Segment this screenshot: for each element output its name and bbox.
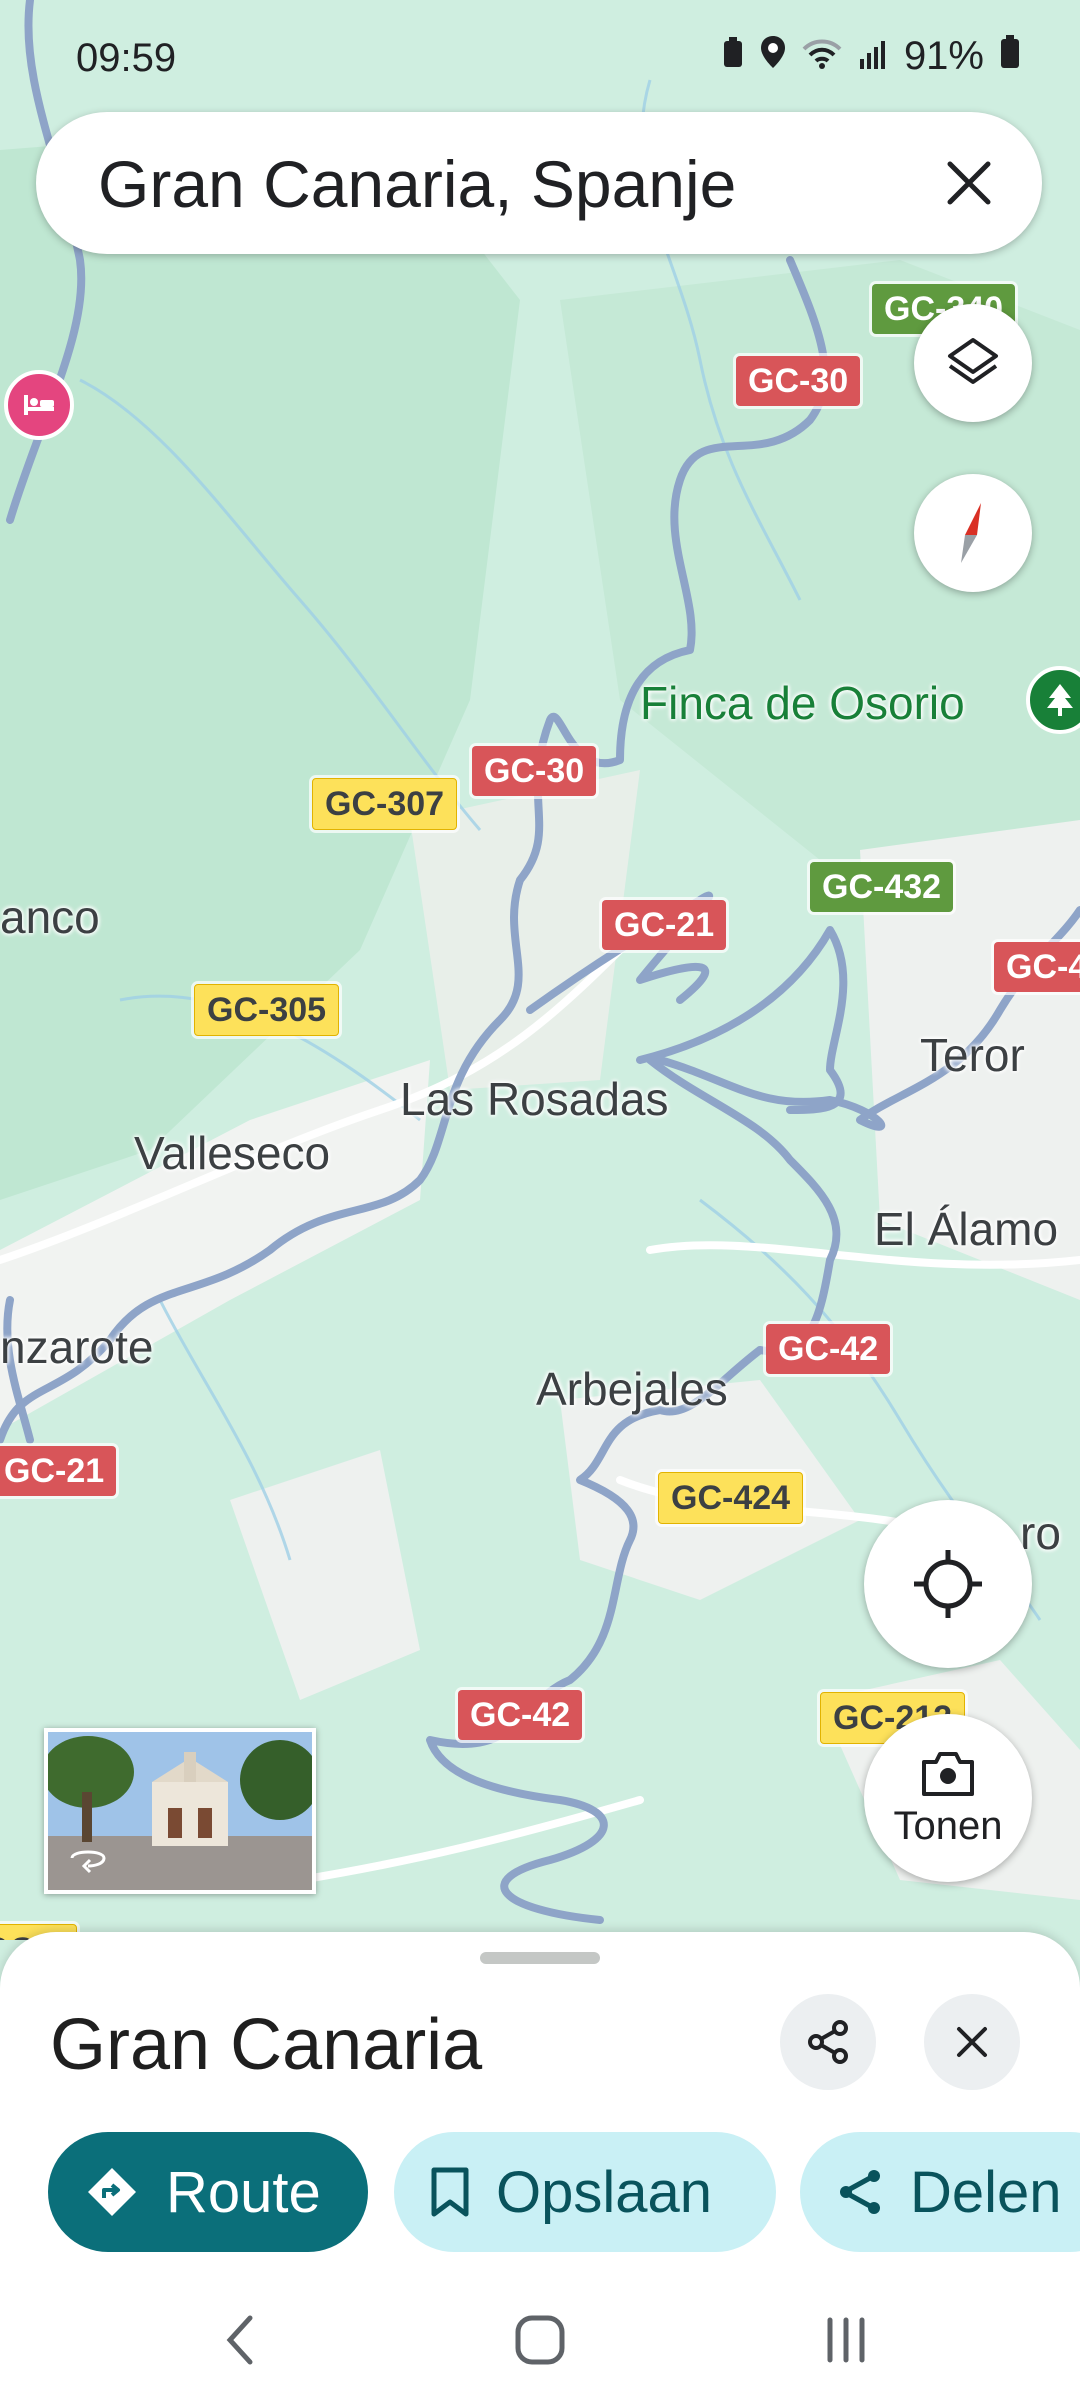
status-bar: 09:59 91%: [0, 0, 1080, 110]
wifi-icon: [802, 34, 842, 79]
place-finca-de-osorio[interactable]: Finca de Osorio: [640, 676, 965, 730]
close-sheet-button[interactable]: [924, 1994, 1020, 2090]
home-icon: [515, 2315, 565, 2365]
my-location-button[interactable]: [864, 1500, 1032, 1668]
battery-icon: [1000, 34, 1020, 79]
directions-icon: [84, 2164, 140, 2220]
status-time: 09:59: [76, 36, 177, 80]
search-query[interactable]: Gran Canaria, Spanje: [98, 146, 736, 222]
share-icon-button[interactable]: [780, 1994, 876, 2090]
road-shield-gc21: GC-21: [0, 1446, 117, 1496]
route-button[interactable]: Route: [48, 2132, 368, 2252]
battery-level: 91%: [903, 34, 984, 78]
route-label: Route: [166, 2159, 321, 2225]
location-icon: [760, 34, 786, 79]
road-shield-gc307: GC-307: [312, 778, 458, 830]
place-anco[interactable]: anco: [0, 890, 100, 944]
place-teror[interactable]: Teror: [920, 1028, 1025, 1082]
status-icons: 91%: [722, 34, 1020, 79]
road-shield-gc42: GC-42: [766, 1324, 891, 1374]
road-shield-gc4: GC-4: [994, 942, 1080, 992]
recent-apps-button[interactable]: [796, 2290, 896, 2390]
my-location-icon: [914, 1550, 982, 1618]
road-shield-gc30: GC-30: [736, 356, 861, 406]
layers-icon: [948, 338, 998, 384]
save-button[interactable]: Opslaan: [394, 2132, 776, 2252]
place-ro[interactable]: ro: [1020, 1506, 1061, 1560]
road-shield-gc424: GC-424: [658, 1472, 804, 1524]
place-nzarote[interactable]: nzarote: [0, 1320, 153, 1374]
place-valleseco[interactable]: Valleseco: [134, 1126, 330, 1180]
compass-button[interactable]: [914, 474, 1032, 592]
search-bar[interactable]: Gran Canaria, Spanje: [36, 112, 1042, 254]
street-view-thumbnail[interactable]: [44, 1728, 316, 1894]
show-lens-button[interactable]: Tonen: [864, 1714, 1032, 1882]
signal-icon: [858, 34, 888, 79]
road-shield-gc305: GC-305: [194, 984, 340, 1036]
close-icon: [957, 2027, 987, 2057]
share-icon: [808, 2020, 848, 2064]
share-icon: [836, 2168, 884, 2216]
road-shield-gc30: GC-30: [472, 746, 597, 796]
save-label: Opslaan: [496, 2159, 713, 2225]
home-button[interactable]: [490, 2290, 590, 2390]
back-icon: [226, 2315, 253, 2365]
hotel-marker-icon[interactable]: [4, 370, 74, 440]
share-label: Delen: [910, 2159, 1062, 2225]
place-title: Gran Canaria: [50, 2005, 483, 2085]
battery-saver-icon: [722, 34, 744, 79]
camera-lens-icon: [922, 1751, 974, 1796]
rotate-360-icon: [66, 1844, 110, 1879]
road-shield-gc432: GC-432: [810, 862, 954, 912]
share-button[interactable]: Delen: [800, 2132, 1080, 2252]
road-shield-gc42: GC-42: [458, 1690, 583, 1740]
compass-icon: [961, 503, 981, 563]
back-button[interactable]: [190, 2290, 290, 2390]
sheet-drag-handle[interactable]: [480, 1952, 600, 1964]
place-el-alamo[interactable]: El Álamo: [874, 1202, 1058, 1256]
bookmark-icon: [430, 2166, 470, 2218]
recent-apps-icon: [827, 2317, 865, 2363]
show-button-label: Tonen: [893, 1803, 1003, 1848]
clear-search-button[interactable]: [924, 138, 1014, 228]
place-las-rosadas[interactable]: Las Rosadas: [400, 1072, 669, 1126]
place-arbejales[interactable]: Arbejales: [536, 1362, 728, 1416]
layers-button[interactable]: [914, 304, 1032, 422]
close-icon: [947, 161, 991, 205]
road-shield-gc21: GC-21: [602, 900, 727, 950]
system-nav-bar: [0, 2270, 1080, 2400]
